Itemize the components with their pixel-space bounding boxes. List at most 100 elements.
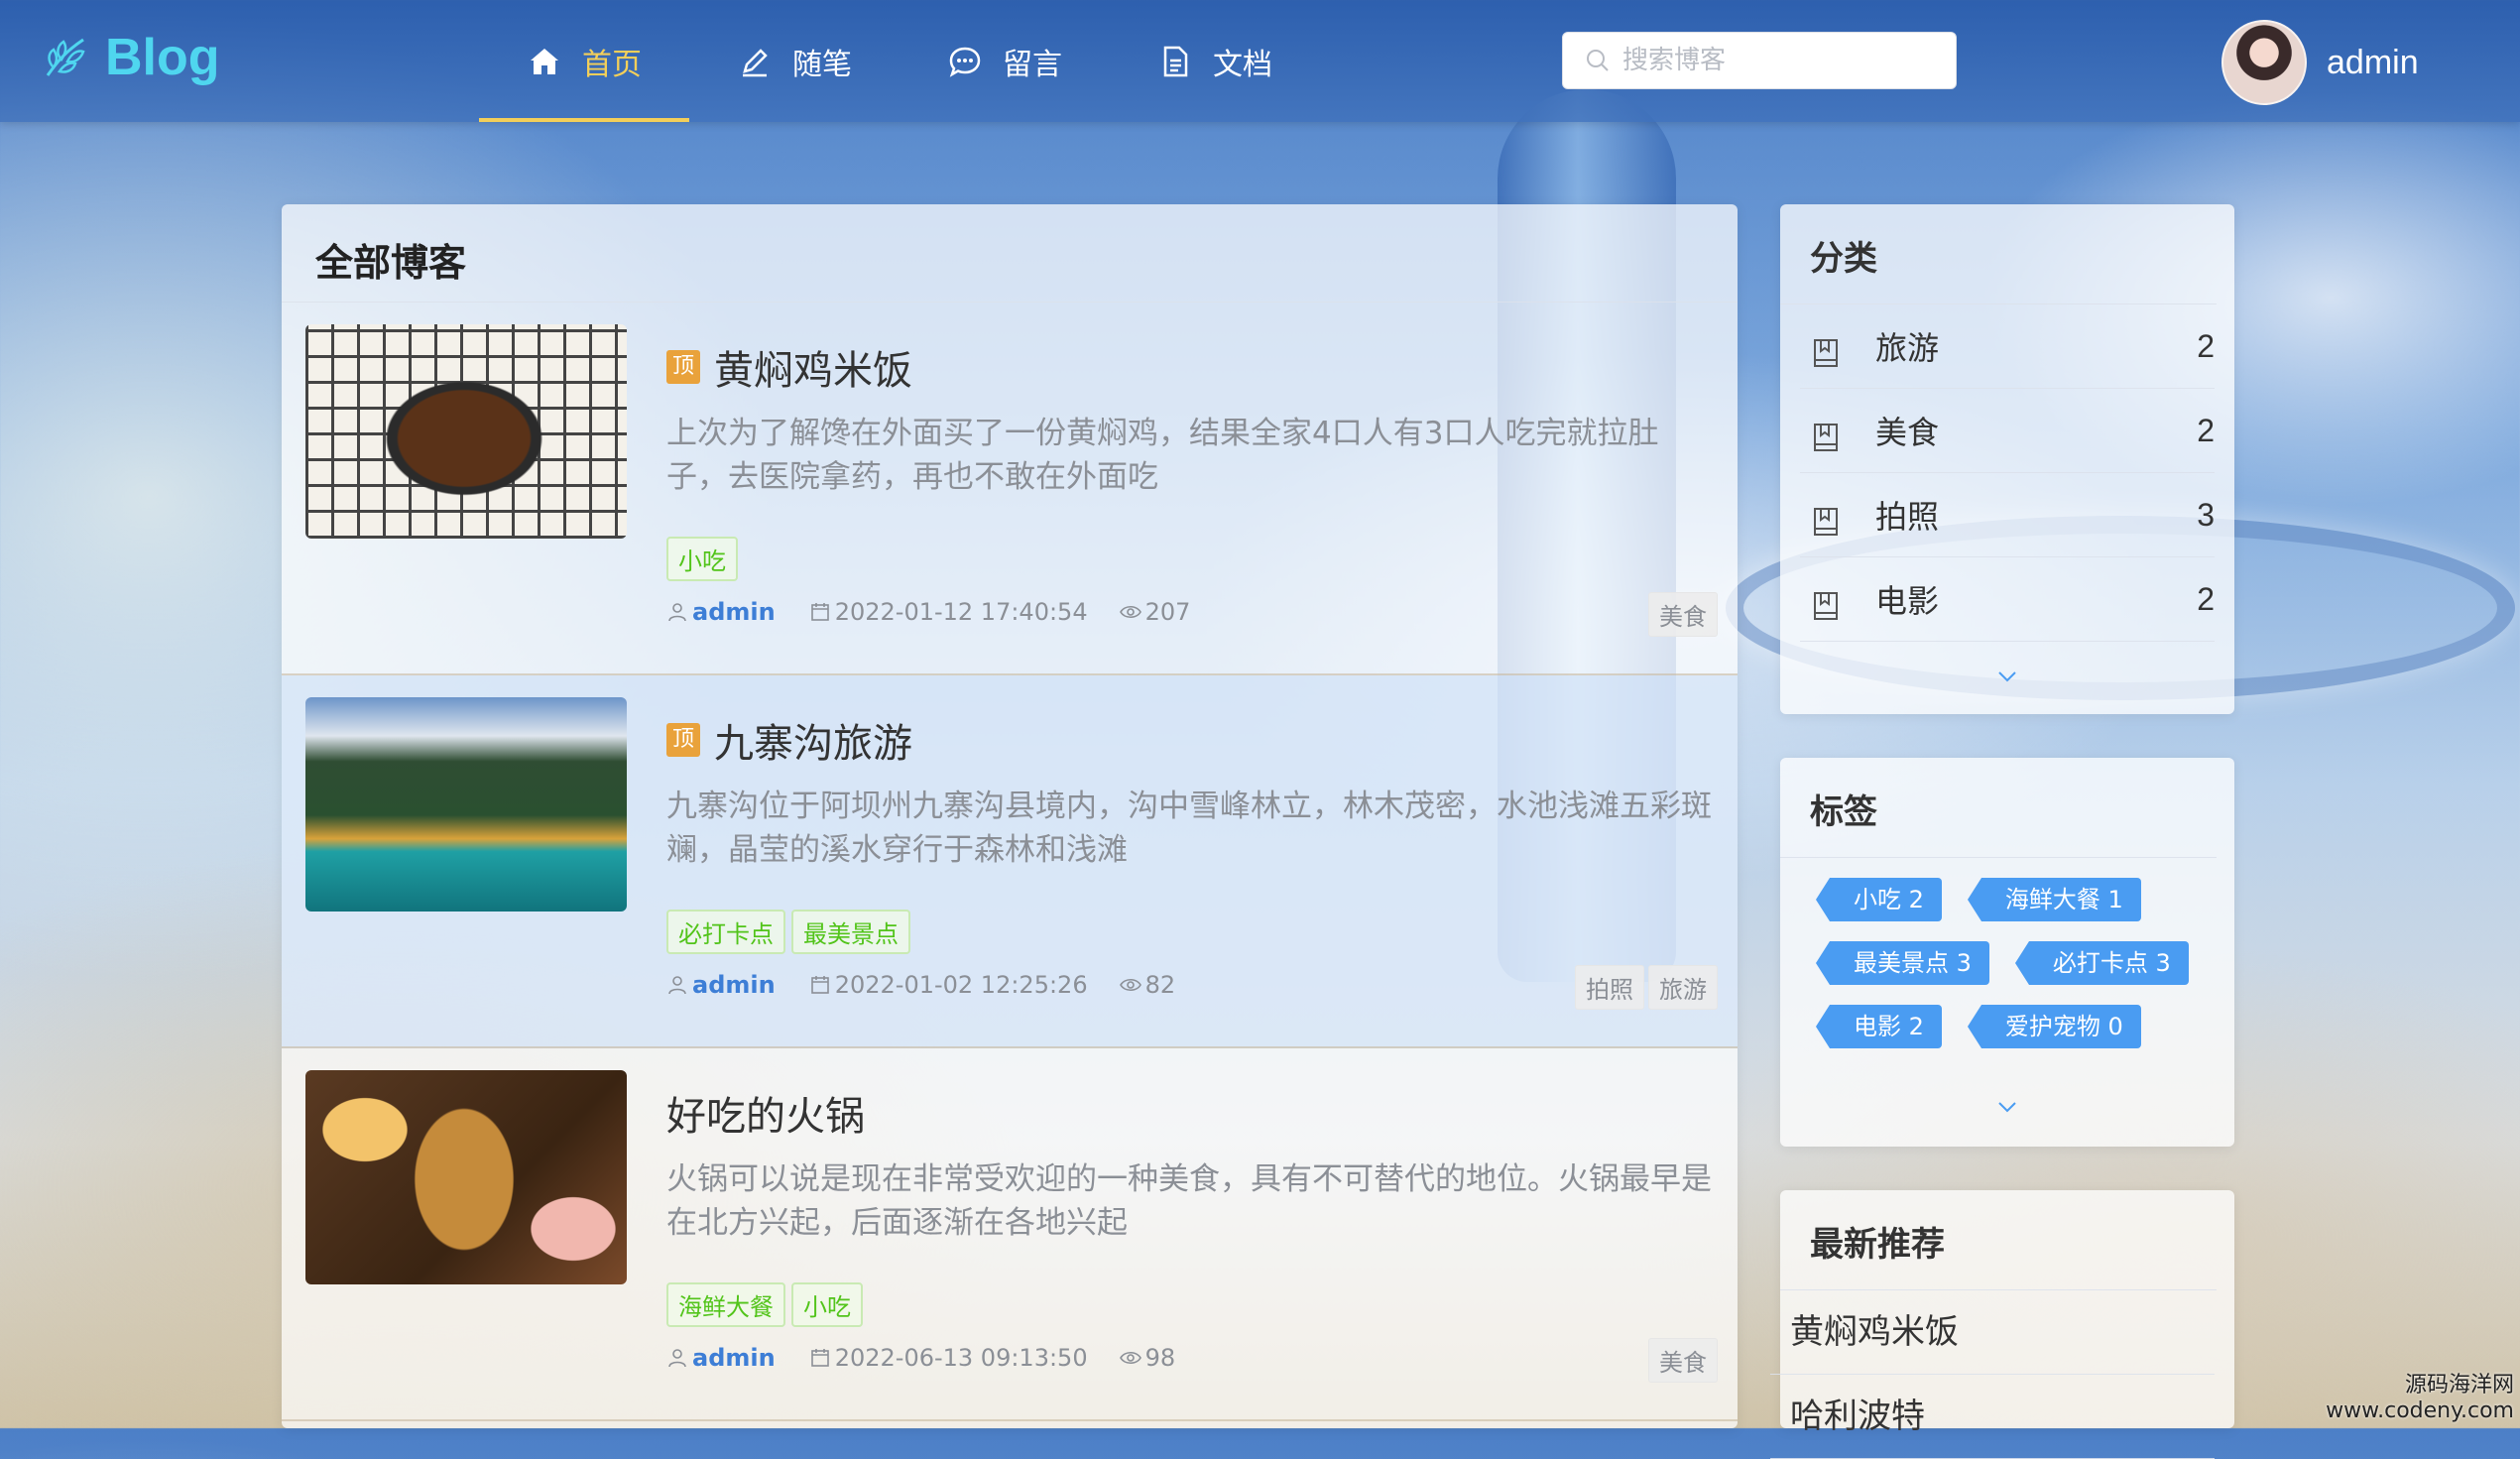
post-thumbnail[interactable] — [305, 697, 627, 912]
search-box[interactable] — [1562, 32, 1957, 89]
post-category[interactable]: 美食 — [1648, 1338, 1718, 1383]
nav-label-message: 留言 — [1003, 47, 1062, 82]
recommend-panel-title: 最新推荐 — [1780, 1190, 2217, 1290]
eye-icon — [1119, 605, 1141, 619]
top-nav-bar: Blog 首页 随笔 留言 文档 搜索博客 admin — [0, 0, 2520, 122]
category-item[interactable]: 旅游 2 — [1800, 304, 2215, 389]
post-tag[interactable]: 最美景点 — [791, 910, 910, 954]
post-excerpt: 九寨沟位于阿坝州九寨沟县境内，沟中雪峰林立，林木茂密，水池浅滩五彩斑斓，晶莹的溪… — [666, 789, 1712, 868]
post-tag[interactable]: 海鲜大餐 — [666, 1282, 785, 1327]
nav-item-essay[interactable]: 随笔 — [689, 0, 900, 122]
post-title[interactable]: 好吃的火锅 — [666, 1084, 865, 1142]
post-categories: 美食 — [1648, 1338, 1718, 1383]
post-tag[interactable]: 必打卡点 — [666, 910, 785, 954]
post-meta: admin 2022-01-12 17:40:54 207 — [666, 598, 1190, 626]
post-title[interactable]: 黄焖鸡米饭 — [714, 338, 912, 396]
user-menu[interactable]: admin — [2221, 20, 2419, 105]
pen-icon — [743, 48, 768, 76]
tag-chip[interactable]: 必打卡点 3 — [2014, 941, 2189, 985]
chevron-down-icon — [1998, 671, 2016, 682]
watermark: 源码海洋网 www.codeny.com — [2326, 1373, 2514, 1424]
calendar-icon — [810, 603, 829, 621]
category-item[interactable]: 美食 2 — [1800, 389, 2215, 473]
post-date: 2022-06-13 09:13:50 — [834, 1344, 1088, 1372]
category-name: 电影 — [1875, 582, 1940, 620]
tag-panel-title: 标签 — [1780, 758, 2217, 858]
post-category[interactable]: 美食 — [1648, 592, 1718, 637]
post-tags: 小吃 — [666, 537, 738, 581]
bookmark-icon — [1814, 592, 1838, 620]
pinned-badge: 顶 — [666, 350, 700, 384]
nav-label-docs: 文档 — [1213, 47, 1272, 82]
category-panel: 分类 旅游 2 美食 2 拍照 3 电影 2 — [1780, 204, 2234, 714]
post-categories: 拍照 旅游 — [1575, 965, 1718, 1010]
watermark-line: www.codeny.com — [2326, 1398, 2514, 1423]
user-icon — [668, 1349, 686, 1368]
nav-label-home: 首页 — [582, 47, 642, 82]
tag-cloud: 小吃 2 海鲜大餐 1 最美景点 3 必打卡点 3 电影 2 爱护宠物 0 — [1780, 858, 2222, 1048]
category-panel-title: 分类 — [1780, 204, 2217, 304]
post-meta: admin 2022-01-02 12:25:26 82 — [666, 971, 1175, 999]
category-count: 2 — [2197, 580, 2215, 617]
calendar-icon — [810, 976, 829, 994]
site-logo[interactable]: Blog — [40, 28, 220, 87]
recommend-panel: 最新推荐 黄焖鸡米饭 哈利波特 — [1770, 1190, 2234, 1459]
post-category[interactable]: 旅游 — [1648, 965, 1718, 1010]
post-title[interactable]: 九寨沟旅游 — [714, 711, 912, 769]
post-views: 207 — [1144, 598, 1191, 626]
nav-item-message[interactable]: 留言 — [900, 0, 1110, 122]
calendar-icon — [810, 1349, 829, 1367]
category-item[interactable]: 电影 2 — [1800, 557, 2215, 642]
tag-chip[interactable]: 海鲜大餐 1 — [1967, 878, 2141, 921]
avatar[interactable] — [2221, 20, 2307, 105]
post-category[interactable]: 拍照 — [1575, 965, 1644, 1010]
blog-post-item[interactable]: 顶 黄焖鸡米饭 上次为了解馋在外面买了一份黄焖鸡，结果全家4口人有3口人吃完就拉… — [282, 303, 1738, 675]
document-icon — [1163, 46, 1188, 76]
recommend-item[interactable]: 黄焖鸡米饭 — [1770, 1290, 2215, 1375]
post-tags: 海鲜大餐 小吃 — [666, 1282, 863, 1327]
nav-label-essay: 随笔 — [792, 47, 852, 82]
recommend-item[interactable]: 哈利波特 — [1770, 1375, 2215, 1459]
tag-chip[interactable]: 最美景点 3 — [1816, 941, 1989, 985]
tag-panel: 标签 小吃 2 海鲜大餐 1 最美景点 3 必打卡点 3 电影 2 爱护宠物 0 — [1780, 758, 2234, 1147]
chevron-down-icon — [1998, 1102, 2016, 1113]
post-views: 98 — [1144, 1344, 1176, 1372]
post-tags: 必打卡点 最美景点 — [666, 910, 910, 954]
post-date: 2022-01-12 17:40:54 — [834, 598, 1088, 626]
tag-chip[interactable]: 电影 2 — [1816, 1005, 1942, 1048]
logo-text: Blog — [105, 29, 220, 86]
pinned-badge: 顶 — [666, 723, 700, 757]
post-author[interactable]: admin — [692, 1344, 776, 1372]
watermark-line: 源码海洋网 — [2404, 1373, 2514, 1398]
tag-chip[interactable]: 爱护宠物 0 — [1967, 1005, 2141, 1048]
post-categories: 美食 — [1648, 592, 1718, 637]
category-count: 3 — [2197, 496, 2215, 533]
category-item[interactable]: 拍照 3 — [1800, 473, 2215, 557]
expand-categories-button[interactable] — [1780, 665, 2234, 692]
home-icon — [531, 48, 558, 74]
category-count: 2 — [2197, 412, 2215, 448]
bookmark-icon — [1814, 424, 1838, 451]
category-name: 旅游 — [1875, 329, 1940, 367]
post-thumbnail[interactable] — [305, 324, 627, 539]
tag-chip[interactable]: 小吃 2 — [1816, 878, 1942, 921]
post-author[interactable]: admin — [692, 598, 776, 626]
expand-tags-button[interactable] — [1780, 1095, 2234, 1123]
post-excerpt: 上次为了解馋在外面买了一份黄焖鸡，结果全家4口人有3口人吃完就拉肚子，去医院拿药… — [666, 416, 1659, 495]
blog-list-panel: 全部博客 顶 黄焖鸡米饭 上次为了解馋在外面买了一份黄焖鸡，结果全家4口人有3口… — [282, 204, 1738, 1428]
post-tag[interactable]: 小吃 — [666, 537, 738, 581]
eye-icon — [1119, 978, 1141, 992]
post-author[interactable]: admin — [692, 971, 776, 999]
category-count: 2 — [2197, 327, 2215, 364]
blog-post-item[interactable]: 顶 九寨沟旅游 九寨沟位于阿坝州九寨沟县境内，沟中雪峰林立，林木茂密，水池浅滩五… — [282, 675, 1738, 1048]
blog-post-item[interactable]: 好吃的火锅 火锅可以说是现在非常受欢迎的一种美食，具有不可替代的地位。火锅最早是… — [282, 1048, 1738, 1421]
leaf-logo-icon — [46, 38, 85, 76]
search-input[interactable] — [1620, 45, 1942, 76]
nav-item-docs[interactable]: 文档 — [1110, 0, 1320, 122]
user-icon — [668, 603, 686, 622]
post-excerpt: 火锅可以说是现在非常受欢迎的一种美食，具有不可替代的地位。火锅最早是在北方兴起，… — [666, 1161, 1712, 1241]
post-thumbnail[interactable] — [305, 1070, 627, 1284]
nav-item-home[interactable]: 首页 — [479, 0, 689, 122]
post-tag[interactable]: 小吃 — [791, 1282, 863, 1327]
bookmark-icon — [1814, 508, 1838, 536]
